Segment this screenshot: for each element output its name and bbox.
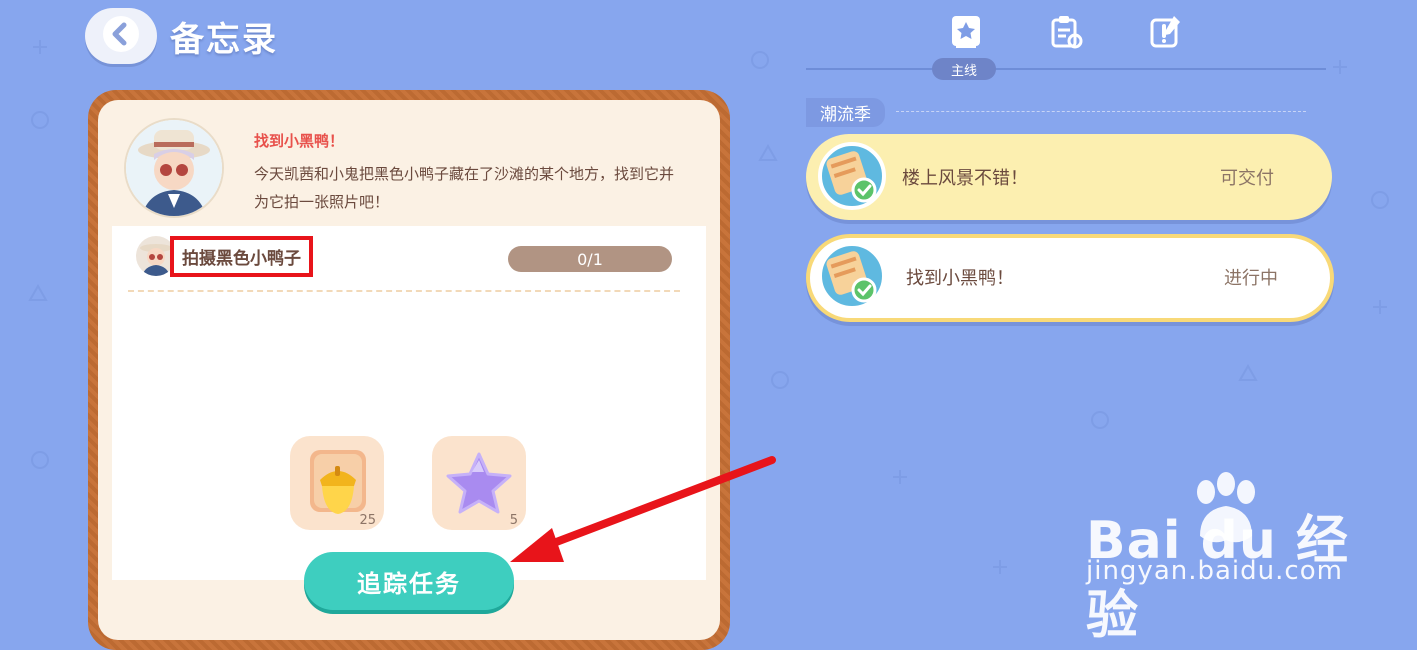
- quest-title: 找到小黑鸭！: [254, 132, 345, 150]
- quest-name: 楼上风景不错！: [902, 168, 1028, 189]
- page-title: 备忘录: [170, 20, 278, 60]
- baidu-watermark: Bai du 经验 jingyan.baidu.com: [1086, 470, 1386, 646]
- npc-avatar: [124, 118, 224, 218]
- main-quest-book-icon[interactable]: [948, 14, 984, 50]
- quest-description: 今天凯茜和小鬼把黑色小鸭子藏在了沙滩的某个地方，找到它并为它拍一张照片吧！: [254, 165, 675, 211]
- quest-status: 可交付: [1220, 168, 1274, 189]
- reward-acorn[interactable]: 25: [290, 436, 384, 530]
- season-label: 潮流季: [806, 98, 885, 127]
- reward-count: 25: [359, 513, 376, 528]
- divider: [128, 290, 680, 292]
- watermark-url: jingyan.baidu.com: [1086, 556, 1343, 586]
- divider: [896, 111, 1306, 112]
- quest-list-item[interactable]: 楼上风景不错！ 可交付: [806, 134, 1332, 220]
- annotation-arrow: [510, 456, 776, 562]
- track-quest-button[interactable]: 追踪任务: [304, 552, 514, 610]
- clipboard-icon[interactable]: [1048, 14, 1084, 50]
- quest-check-icon: [816, 140, 888, 212]
- task-label: 拍摄黑色小鸭子: [170, 236, 313, 277]
- notebook-exclamation-icon[interactable]: [1148, 14, 1184, 50]
- chevron-left-icon: [101, 14, 141, 58]
- quest-status: 进行中: [1224, 268, 1278, 289]
- tab-underline: [806, 68, 1326, 70]
- quest-tabs: 主线: [806, 10, 1328, 80]
- quest-name: 找到小黑鸭！: [906, 268, 1014, 289]
- quest-check-icon: [816, 240, 888, 312]
- back-button[interactable]: [85, 8, 157, 64]
- quest-list-item-selected[interactable]: 找到小黑鸭！ 进行中: [806, 234, 1334, 322]
- tab-main-quest[interactable]: 主线: [932, 58, 996, 80]
- task-progress: 0/1: [508, 246, 672, 272]
